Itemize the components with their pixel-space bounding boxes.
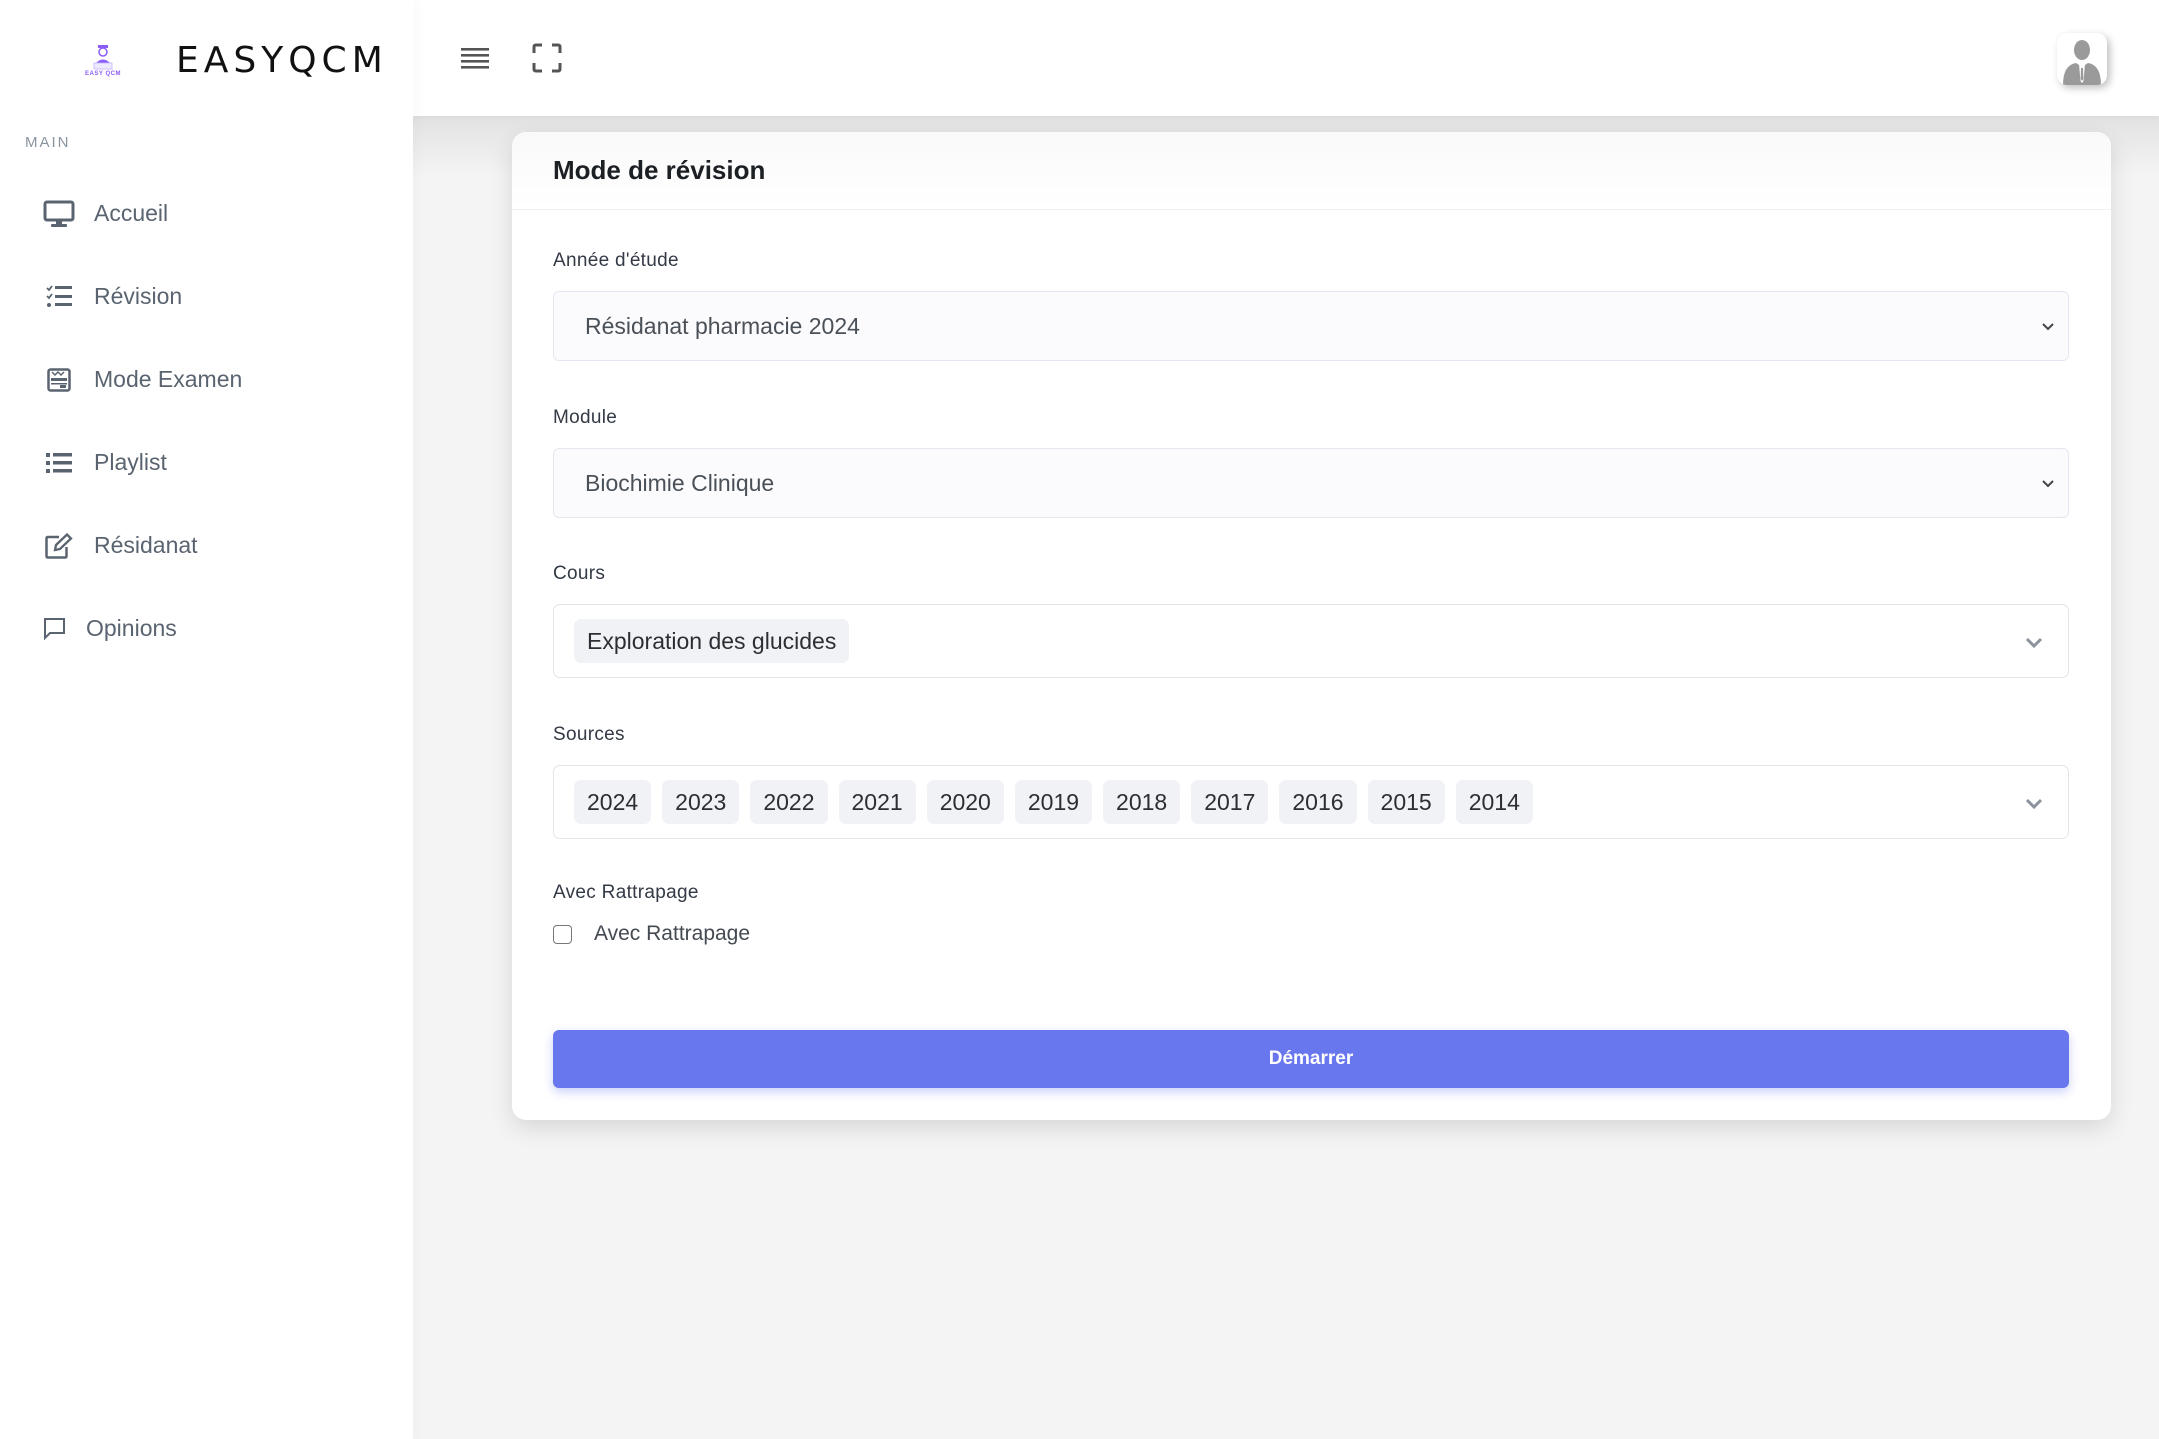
annee-select[interactable]: Résidanat pharmacie 2024 [553,291,2069,361]
exam-calendar-icon [42,363,76,397]
source-tag[interactable]: 2019 [1014,780,1093,824]
desktop-icon [42,197,76,231]
source-tag[interactable]: 2016 [1279,780,1357,824]
student-laptop-icon [93,45,113,70]
sidebar-item-label: Playlist [94,449,167,475]
fullscreen-icon [532,43,562,73]
sidebar-item-accueil[interactable]: Accueil [0,172,413,255]
card-title: Mode de révision [553,155,766,185]
user-avatar[interactable] [2057,33,2107,85]
sidebar-item-label: Mode Examen [94,366,243,392]
rattrapage-option[interactable]: Avec Rattrapage [553,922,750,946]
chevron-down-icon [2042,480,2054,488]
chevron-down-icon [2042,323,2054,331]
revision-mode-card: Mode de révision Année d'étude Résidanat… [512,132,2111,1120]
edit-icon [42,529,76,563]
source-tag[interactable]: 2014 [1455,780,1533,824]
chevron-down-icon [2025,798,2043,810]
source-tag[interactable]: 2022 [750,780,828,824]
fullscreen-button[interactable] [527,38,567,78]
cours-label: Cours [553,563,606,584]
sources-label: Sources [553,724,625,745]
source-tag[interactable]: 2015 [1367,780,1445,824]
sidebar-item-label: Opinions [86,615,177,641]
module-label: Module [553,407,618,428]
sidebar-item-residanat[interactable]: Résidanat [0,504,413,587]
annee-label: Année d'étude [553,250,679,271]
sidebar-menu: Accueil Révision Mode Examen Playlist Ré… [0,172,413,670]
topbar [413,0,2159,116]
sidebar-item-label: Accueil [94,200,169,226]
sidebar: EASY QCM EASYQCM MAIN Accueil Révision M… [0,0,413,1439]
source-tag[interactable]: 2018 [1103,780,1181,824]
start-button[interactable]: Démarrer [553,1030,2069,1088]
comment-icon [38,612,72,646]
module-selected-value: Biochimie Clinique [585,469,775,496]
hamburger-icon [461,48,489,69]
logo-caption: EASY QCM [85,71,121,77]
sources-multiselect[interactable]: 2024 2023 2022 2021 2020 2019 2018 2017 … [553,765,2069,839]
menu-section-title: MAIN [25,134,71,151]
brand-name: EASYQCM [176,40,388,81]
list-icon [42,446,76,480]
sidebar-item-playlist[interactable]: Playlist [0,421,413,504]
sidebar-item-mode-examen[interactable]: Mode Examen [0,338,413,421]
brand[interactable]: EASY QCM EASYQCM [80,40,388,81]
sidebar-item-revision[interactable]: Révision [0,255,413,338]
user-avatar-icon [2063,40,2101,85]
source-tag[interactable]: 2017 [1191,780,1269,824]
brand-logo: EASY QCM [80,41,126,81]
rattrapage-checkbox-label[interactable]: Avec Rattrapage [594,922,750,946]
cours-tag[interactable]: Exploration des glucides [574,619,850,663]
rattrapage-label: Avec Rattrapage [553,882,699,903]
checklist-icon [42,280,76,314]
card-header: Mode de révision [512,132,2111,210]
source-tag[interactable]: 2024 [574,780,652,824]
cours-multiselect[interactable]: Exploration des glucides [553,604,2069,678]
module-select[interactable]: Biochimie Clinique [553,448,2069,518]
sidebar-item-label: Révision [94,283,183,309]
toggle-sidebar-button[interactable] [455,38,495,78]
source-tag[interactable]: 2020 [926,780,1004,824]
source-tag[interactable]: 2023 [662,780,740,824]
sidebar-item-opinions[interactable]: Opinions [0,587,413,670]
chevron-down-icon [2025,637,2043,649]
sidebar-item-label: Résidanat [94,532,198,558]
rattrapage-checkbox[interactable] [553,924,572,944]
annee-selected-value: Résidanat pharmacie 2024 [585,312,860,339]
source-tag[interactable]: 2021 [838,780,916,824]
